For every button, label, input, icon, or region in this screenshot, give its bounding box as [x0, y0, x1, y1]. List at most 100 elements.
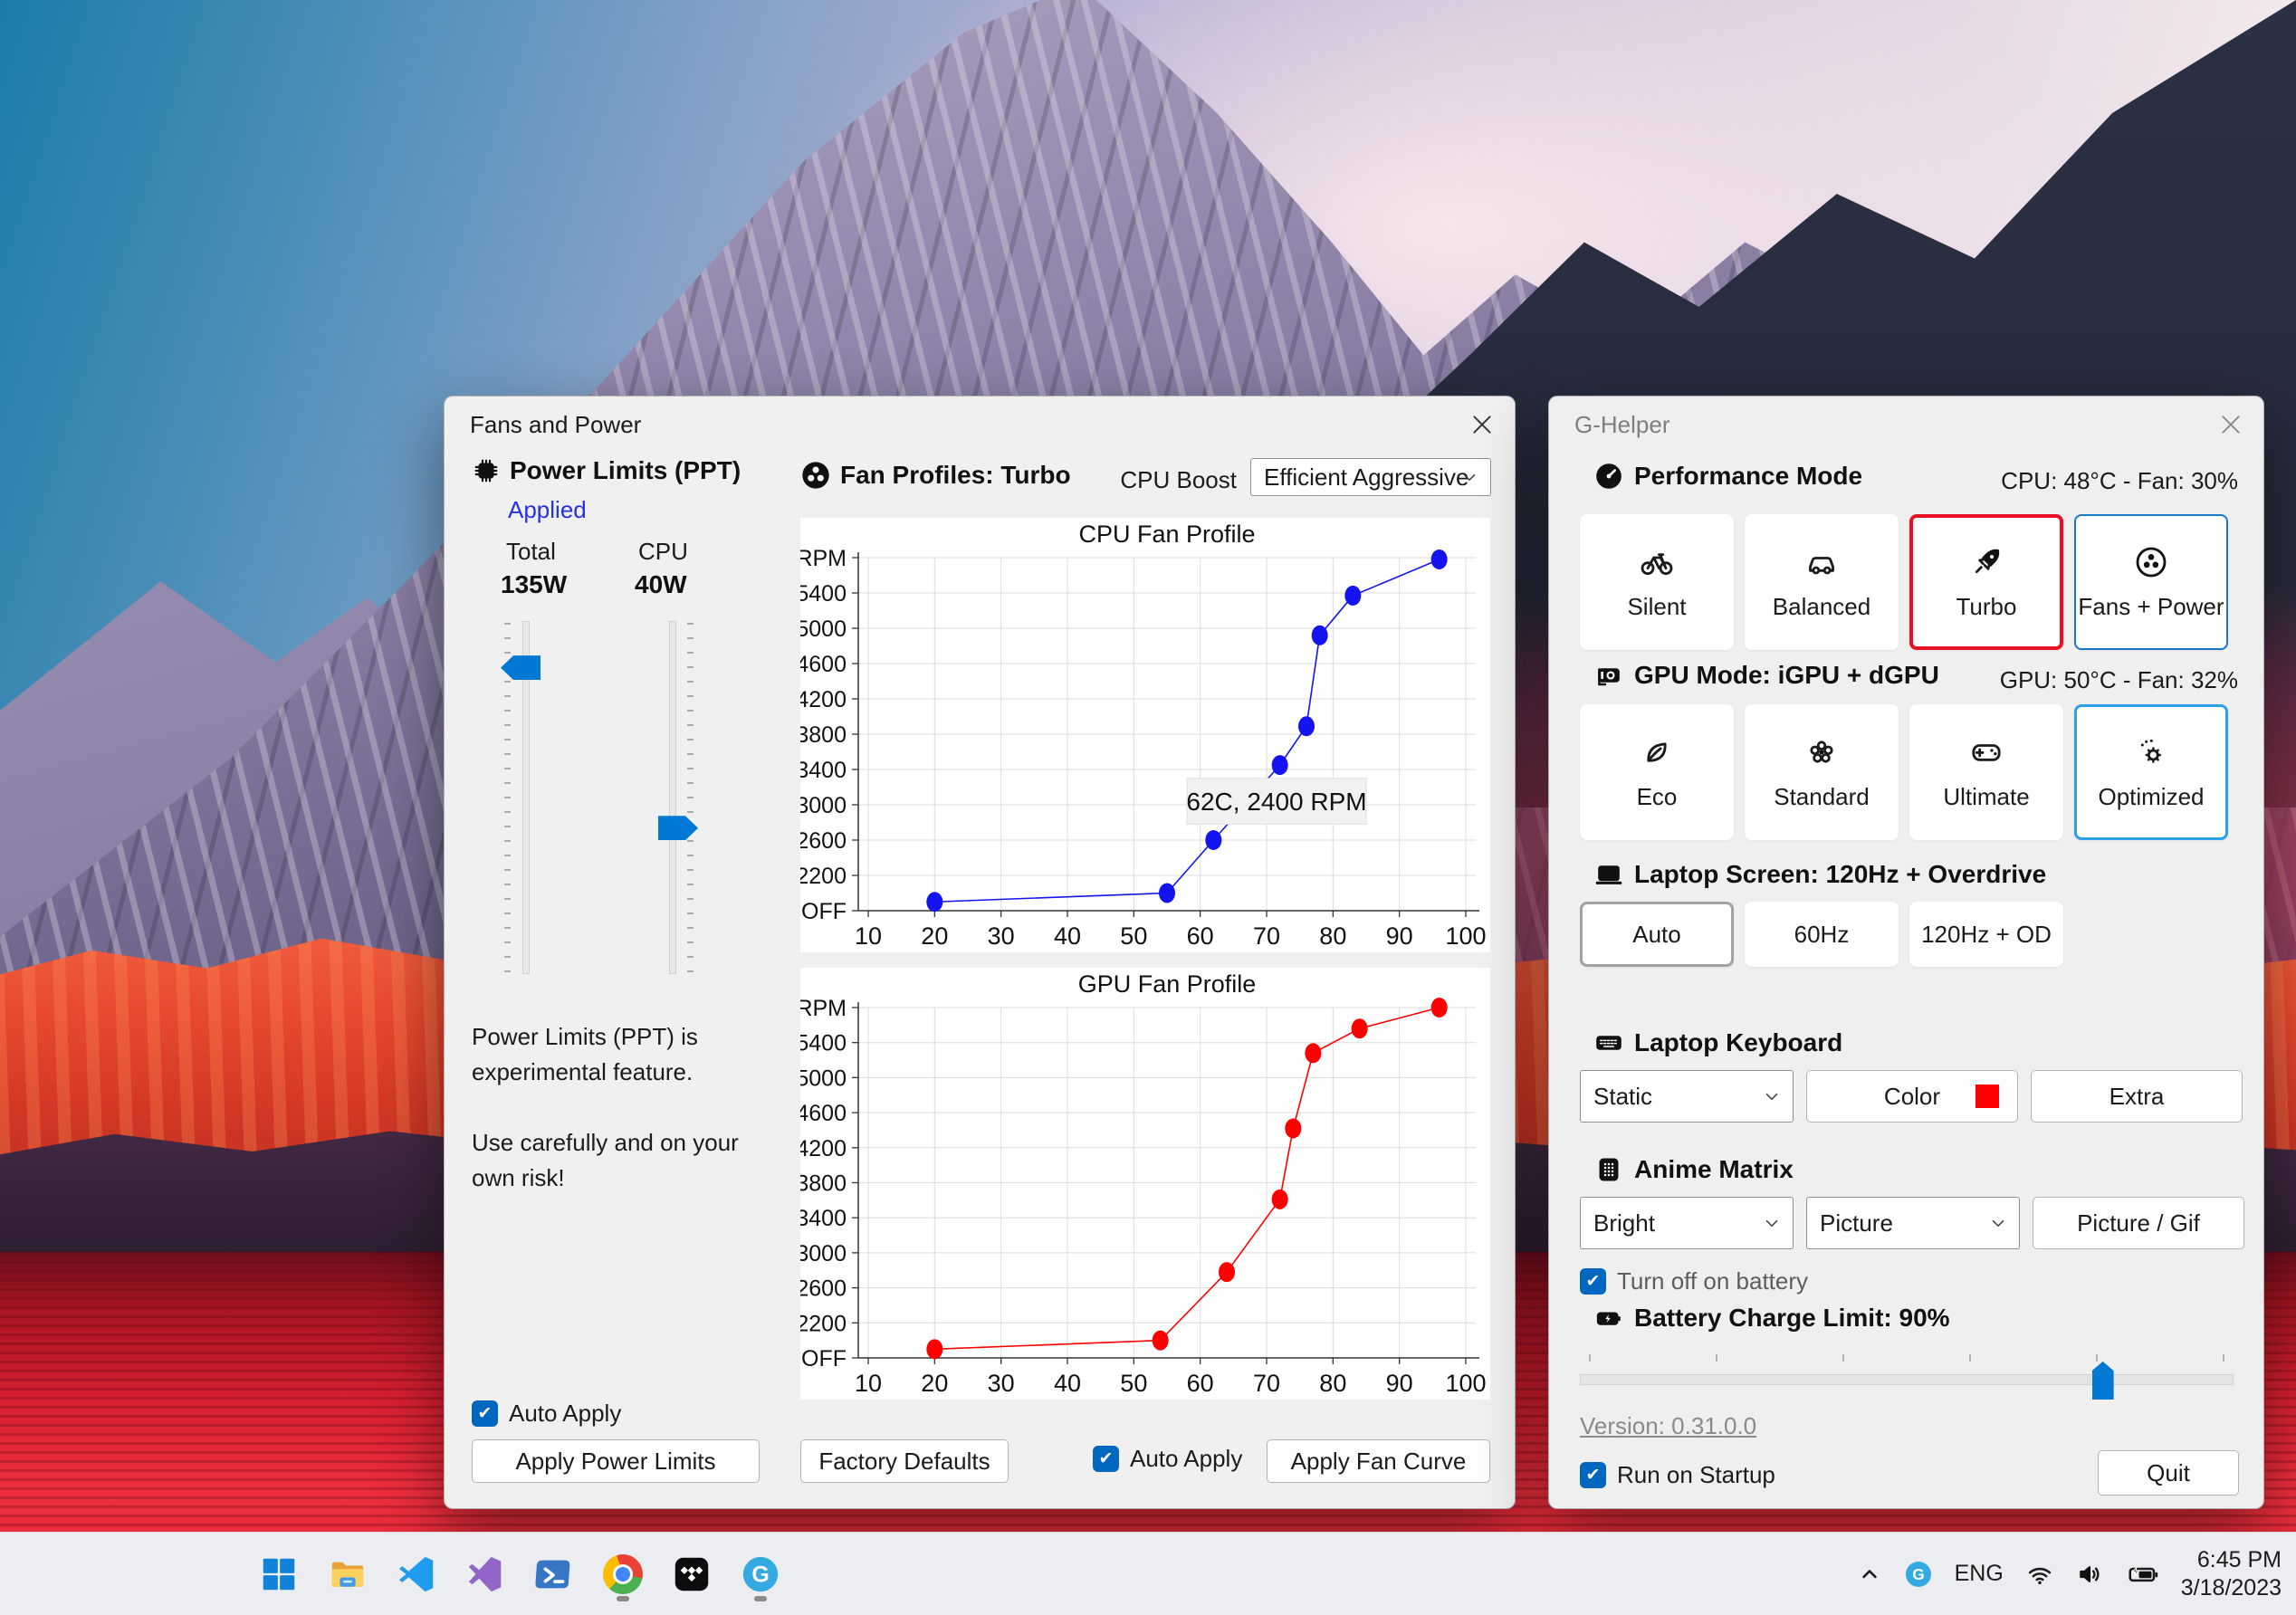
slider-track[interactable] [1580, 1374, 2234, 1385]
battery-limit-slider[interactable] [1580, 1354, 2234, 1401]
version-link[interactable]: Version: 0.31.0.0 [1580, 1412, 1756, 1440]
language-indicator[interactable]: ENG [1955, 1561, 2004, 1587]
cpu-power-slider[interactable] [646, 621, 700, 1001]
battery-slider-thumb[interactable] [2091, 1362, 2114, 1400]
svg-text:70: 70 [1253, 1370, 1280, 1397]
svg-text:80: 80 [1319, 1370, 1346, 1397]
svg-text:3800: 3800 [800, 722, 847, 748]
svg-text:100: 100 [1445, 1370, 1486, 1397]
svg-text:CPU Fan Profile: CPU Fan Profile [1078, 521, 1255, 548]
option-button-60hz[interactable]: 60Hz [1745, 902, 1899, 967]
gpu-mode-row: Eco Standard Ultimate Optimized [1580, 704, 2228, 840]
mode-button-eco[interactable]: Eco [1580, 704, 1734, 840]
cpu-fan-curve-chart[interactable]: CPU Fan Profile OFF 2200 2600 3000 3400 3800 42… [796, 518, 1490, 952]
mode-label: Eco [1636, 782, 1678, 810]
wifi-icon[interactable] [2025, 1560, 2054, 1589]
slider-ticks [687, 623, 694, 976]
gpu-fan-curve-chart[interactable]: GPU Fan Profile OFF 2200 2600 3000 3400 3800 42… [796, 968, 1490, 1400]
svg-text:10: 10 [855, 922, 882, 950]
taskbar-powershell-button[interactable] [525, 1545, 583, 1603]
svg-text:5000: 5000 [800, 1066, 847, 1091]
svg-text:20: 20 [921, 922, 948, 950]
svg-text:3400: 3400 [800, 758, 847, 783]
taskbar-g-helper-button[interactable]: G [732, 1545, 789, 1603]
mode-button-standard[interactable]: Standard [1745, 704, 1899, 840]
svg-text:RPM: RPM [800, 546, 847, 571]
matrix-mode-select[interactable]: Picture [1806, 1197, 2020, 1249]
taskbar-chrome-button[interactable] [594, 1545, 652, 1603]
visual-studio-icon [464, 1553, 506, 1595]
ghelper-tray-icon[interactable]: G [1904, 1560, 1933, 1589]
close-icon [1470, 413, 1494, 436]
svg-text:40: 40 [1054, 922, 1081, 950]
chevron-down-icon [1762, 1086, 1782, 1106]
svg-text:60: 60 [1187, 1370, 1214, 1397]
clock-time: 6:45 PM [2196, 1546, 2282, 1572]
option-button-auto[interactable]: Auto [1580, 902, 1734, 967]
cpu-boost-select[interactable]: Efficient Aggressive [1250, 458, 1491, 496]
caret-up-icon[interactable] [1857, 1562, 1882, 1587]
fans-window-titlebar[interactable]: Fans and Power [445, 397, 1515, 449]
close-icon[interactable] [2213, 406, 2249, 443]
apply-fan-curve-button[interactable]: Apply Fan Curve [1267, 1439, 1490, 1483]
taskbar-visual-studio-button[interactable] [456, 1545, 514, 1603]
mode-button-silent[interactable]: Silent [1580, 514, 1734, 650]
fan-outline-icon [2133, 544, 2169, 580]
taskbar-file-explorer-button[interactable] [319, 1545, 377, 1603]
laptop-screen-heading: Laptop Screen: 120Hz + Overdrive [1594, 860, 2046, 889]
factory-defaults-button[interactable]: Factory Defaults [800, 1439, 1009, 1483]
svg-text:G: G [1912, 1565, 1924, 1583]
apply-power-limits-button[interactable]: Apply Power Limits [472, 1439, 760, 1483]
mode-button-turbo[interactable]: Turbo [1909, 514, 2063, 650]
taskbar-app-icons: G [250, 1533, 789, 1615]
battery-charging-icon[interactable] [2127, 1558, 2159, 1591]
checkbox-checked-icon: ✔ [1580, 1462, 1606, 1488]
tidal-icon [671, 1553, 713, 1595]
total-value: 135W [501, 570, 568, 598]
matrix-battery-checkbox[interactable]: ✔ Turn off on battery [1580, 1267, 1808, 1295]
mode-button-balanced[interactable]: Balanced [1745, 514, 1899, 650]
keyboard-mode-select[interactable]: Static [1580, 1070, 1794, 1123]
run-on-startup-checkbox[interactable]: ✔ Run on Startup [1580, 1461, 1775, 1489]
taskbar-vscode-button[interactable] [387, 1545, 445, 1603]
total-power-slider[interactable] [499, 621, 553, 1001]
slider-track[interactable] [669, 621, 676, 974]
mode-button-optimized[interactable]: Optimized [2074, 704, 2228, 840]
windows-start-icon [258, 1553, 300, 1595]
checkbox-checked-icon: ✔ [1580, 1268, 1606, 1295]
matrix-icon [1594, 1155, 1623, 1184]
keyboard-controls-row: Static Color Extra [1580, 1070, 2243, 1123]
svg-text:4200: 4200 [800, 687, 847, 712]
svg-text:5400: 5400 [800, 1031, 847, 1056]
taskbar-tidal-button[interactable] [663, 1545, 721, 1603]
clock[interactable]: 6:45 PM 3/18/2023 [2181, 1546, 2282, 1602]
close-icon[interactable] [1464, 406, 1500, 443]
svg-text:62C, 2400 RPM: 62C, 2400 RPM [1186, 788, 1366, 816]
matrix-picture-gif-button[interactable]: Picture / Gif [2033, 1197, 2244, 1249]
svg-text:OFF: OFF [801, 1346, 847, 1371]
auto-apply-power-checkbox[interactable]: ✔ Auto Apply [472, 1400, 621, 1428]
keyboard-color-button[interactable]: Color [1806, 1070, 2018, 1123]
cpu-label: CPU [638, 538, 688, 565]
ghelper-window: G-Helper Performance Mode CPU: 48°C - Fa… [1548, 396, 2264, 1509]
svg-text:3000: 3000 [800, 1241, 847, 1266]
power-limits-heading: Power Limits (PPT) [472, 456, 741, 485]
option-button-120hz-od[interactable]: 120Hz + OD [1909, 902, 2063, 967]
gpu-icon [1594, 661, 1623, 690]
mode-button-fans-power[interactable]: Fans + Power [2074, 514, 2228, 650]
quit-button[interactable]: Quit [2098, 1450, 2239, 1496]
chevron-down-icon [1459, 467, 1479, 487]
mode-button-ultimate[interactable]: Ultimate [1909, 704, 2063, 840]
rocket-icon [1968, 544, 2004, 580]
ghelper-titlebar[interactable]: G-Helper [1549, 397, 2263, 449]
keyboard-extra-button[interactable]: Extra [2031, 1070, 2243, 1123]
taskbar-start-button[interactable] [250, 1545, 308, 1603]
matrix-brightness-select[interactable]: Bright [1580, 1197, 1794, 1249]
svg-text:30: 30 [988, 922, 1015, 950]
sparkle-gear-icon [2133, 734, 2169, 770]
vscode-icon [396, 1553, 437, 1595]
chevron-down-icon [1762, 1213, 1782, 1233]
auto-apply-fan-checkbox[interactable]: ✔ Auto Apply [1093, 1445, 1242, 1473]
svg-text:5000: 5000 [800, 616, 847, 642]
volume-icon[interactable] [2076, 1560, 2105, 1589]
